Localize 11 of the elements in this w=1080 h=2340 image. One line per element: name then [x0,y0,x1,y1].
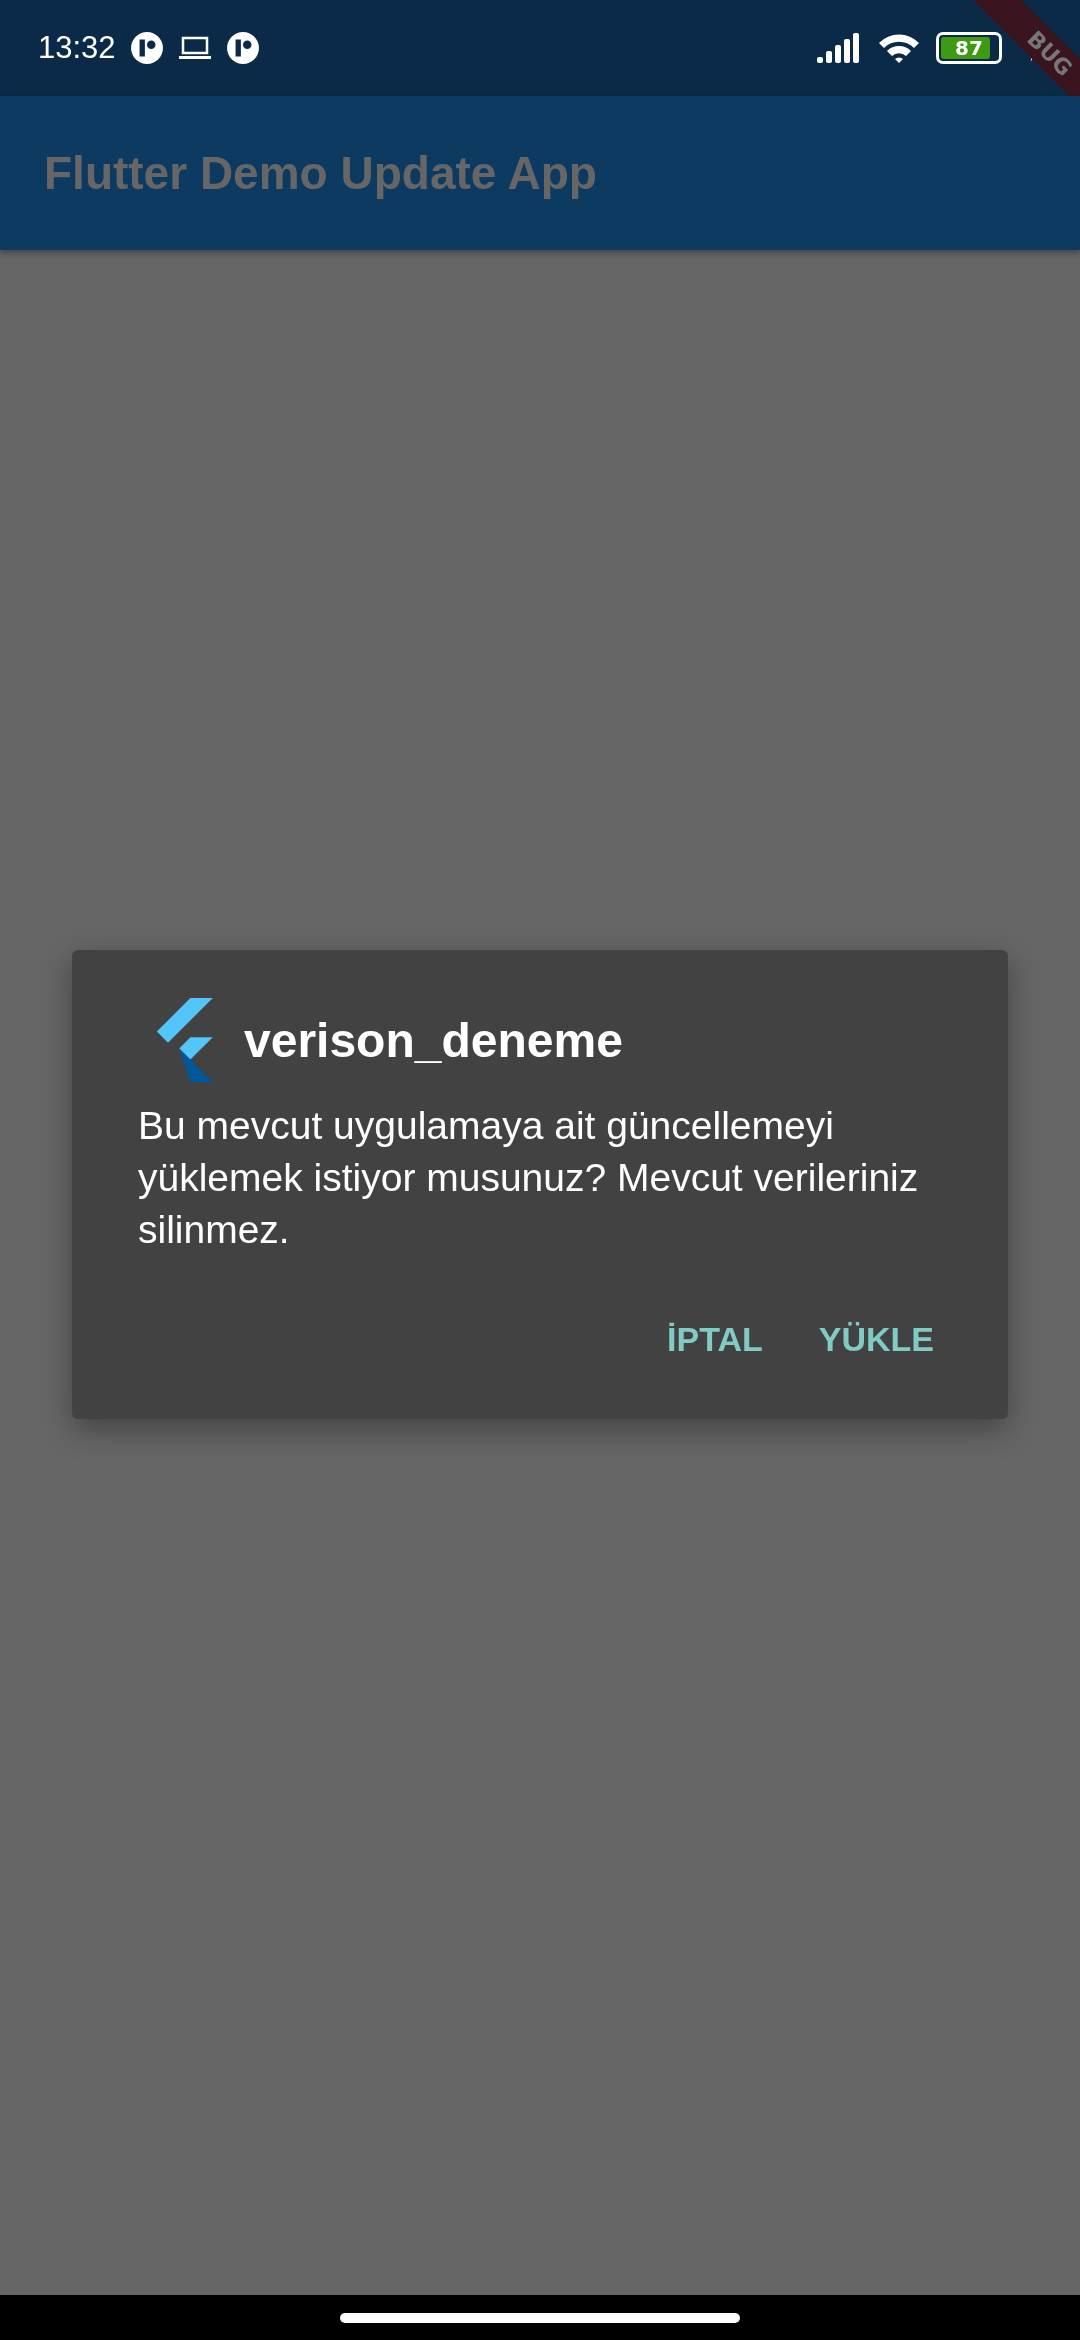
dialog-title: verison_deneme [244,1012,623,1068]
battery-percent: 87 [955,38,983,58]
app-notification-icon [129,31,164,65]
home-indicator[interactable] [340,2312,740,2323]
status-time: 13:32 [38,30,116,66]
dialog-message: Bu mevcut uygulamaya ait güncellemeyi yüklemek istiyor musunuz? Mevcut verileriniz silinmez. [138,1103,920,1253]
signal-icon [816,33,862,63]
app-notification-icon [225,31,260,65]
dialog-button[interactable]: YÜKLE [810,1310,942,1369]
app-title: Flutter Demo Update App [44,146,597,200]
dialog-button[interactable]: İPTAL [659,1310,771,1369]
